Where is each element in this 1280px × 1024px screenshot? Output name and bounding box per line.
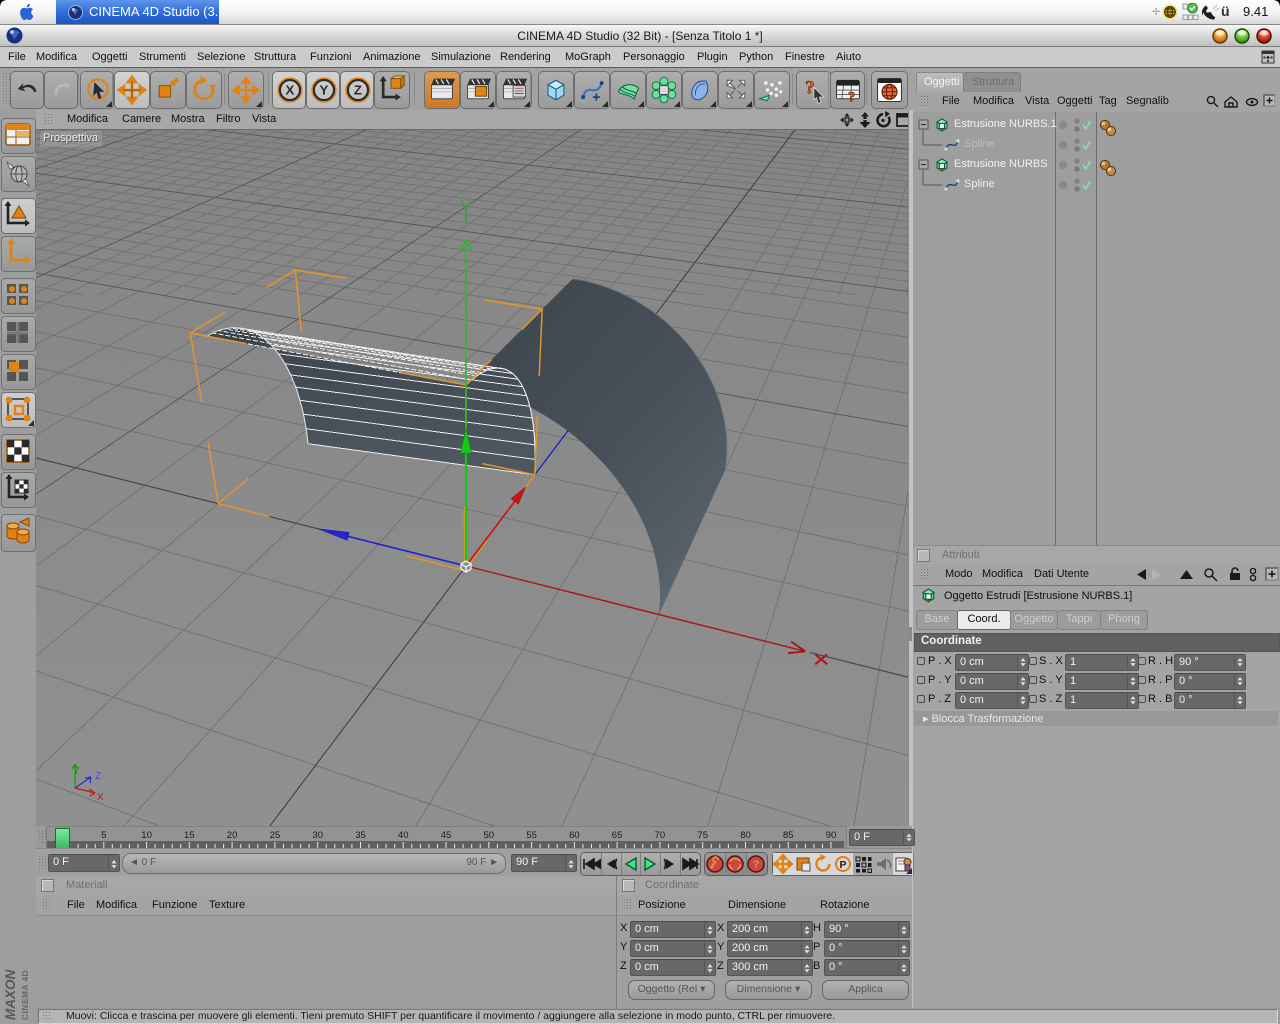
- svg-text:X: X: [286, 82, 295, 97]
- svg-text:20: 20: [227, 830, 238, 841]
- svg-text:P: P: [839, 859, 846, 871]
- svg-text:35: 35: [355, 830, 366, 841]
- svg-text:40: 40: [398, 830, 409, 841]
- svg-text:10: 10: [141, 830, 152, 841]
- svg-text:55: 55: [526, 830, 537, 841]
- svg-text:5: 5: [101, 830, 106, 841]
- svg-text:65: 65: [612, 830, 623, 841]
- svg-text:MAXON: MAXON: [3, 970, 18, 1021]
- svg-text:?: ?: [753, 859, 760, 871]
- svg-text:X: X: [97, 792, 104, 803]
- svg-text:CINEMA 4D: CINEMA 4D: [20, 970, 30, 1020]
- svg-text:70: 70: [655, 830, 666, 841]
- svg-text:Z: Z: [95, 771, 101, 782]
- svg-text:?: ?: [848, 89, 855, 105]
- svg-text:50: 50: [484, 830, 495, 841]
- svg-text:75: 75: [697, 830, 708, 841]
- svg-text:25: 25: [270, 830, 281, 841]
- svg-text:45: 45: [441, 830, 452, 841]
- svg-text:90: 90: [826, 830, 837, 841]
- svg-text:?: ?: [805, 78, 815, 99]
- svg-text:Z: Z: [354, 82, 362, 97]
- svg-text:Y: Y: [320, 82, 329, 97]
- svg-text:15: 15: [184, 830, 195, 841]
- svg-text:80: 80: [740, 830, 751, 841]
- svg-text:85: 85: [783, 830, 794, 841]
- svg-text:Y: Y: [73, 766, 80, 777]
- svg-text:60: 60: [569, 830, 580, 841]
- svg-text:30: 30: [312, 830, 323, 841]
